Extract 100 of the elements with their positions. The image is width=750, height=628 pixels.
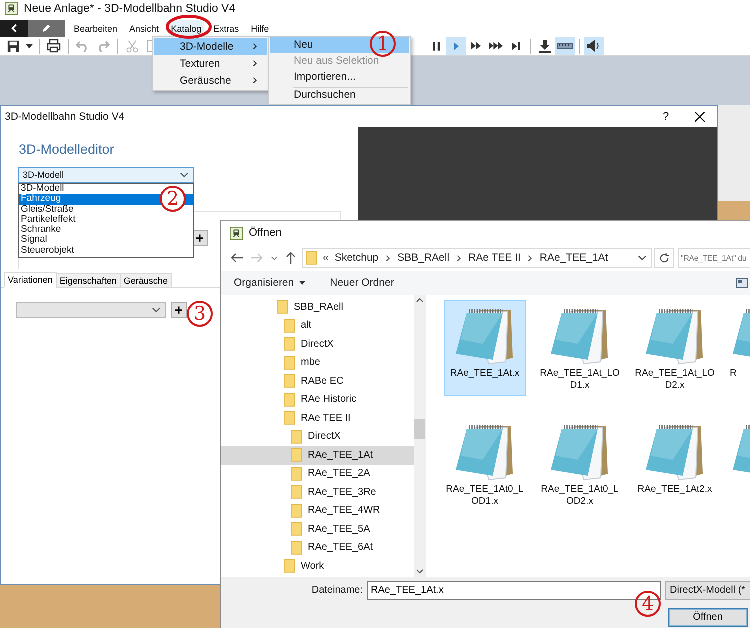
breadcrumb-link[interactable]: Sketchup — [334, 252, 379, 264]
scroll-up-icon[interactable] — [416, 298, 424, 303]
chevron-right-icon — [252, 43, 259, 50]
redo-arrow-icon — [96, 40, 110, 52]
menu-entry-label: 3D-Modelle — [180, 40, 235, 52]
organize-menu-button[interactable]: Organisieren — [227, 273, 314, 293]
back-button[interactable] — [0, 20, 28, 37]
folder-tree-item[interactable]: RAe_TEE_5A — [221, 520, 414, 538]
chevron-right-icon — [384, 254, 392, 262]
folder-tree-item[interactable]: RABe EC — [221, 372, 414, 390]
folder-icon — [291, 430, 302, 444]
folder-tree-item[interactable]: RAe Historic — [221, 390, 414, 409]
menu-entry[interactable]: Importieren... — [270, 69, 409, 85]
download-icon — [539, 40, 551, 52]
folder-icon — [291, 540, 302, 555]
file-name: RAe_TEE_1At_LOD1.x — [540, 368, 620, 392]
folder-tree-item[interactable]: RAe TEE II — [221, 409, 414, 428]
breadcrumb-link[interactable]: RAe TEE II — [468, 252, 521, 264]
folder-name: RAe_TEE_5A — [308, 524, 370, 535]
speaker-icon — [587, 40, 601, 52]
scroll-down-icon[interactable] — [416, 569, 424, 574]
folder-tree-item[interactable]: DirectX — [221, 428, 414, 446]
folder-tree-item[interactable]: RAe_TEE_4WR — [221, 502, 414, 520]
chevron-down-icon — [152, 307, 161, 313]
folder-name: RAe_TEE_1At — [308, 450, 374, 461]
folder-tree-item[interactable]: alt — [221, 316, 414, 335]
edit-mode-button[interactable] — [28, 20, 65, 37]
menu-item[interactable]: Bearbeiten — [72, 20, 120, 37]
file-item[interactable]: RAe_TEE_1At_LOD1.x — [539, 300, 621, 396]
breadcrumb-link[interactable]: RAe_TEE_1At — [540, 252, 608, 264]
folder-icon — [284, 392, 295, 407]
scroll-thumb[interactable] — [414, 419, 425, 439]
chevron-right-icon — [252, 77, 259, 84]
dropdown-option[interactable]: Steuerobjekt — [19, 246, 193, 256]
dropdown-option[interactable]: Schranke — [19, 225, 193, 236]
address-bar[interactable]: « Sketchup SBB_RAell RAe TEE II RAe_TEE_1At — [302, 248, 652, 268]
folder-icon — [284, 337, 295, 352]
folder-tree-item[interactable]: RAe_TEE_1At — [221, 446, 414, 464]
window-title: Öffnen — [249, 227, 282, 239]
chevron-right-icon — [456, 254, 463, 262]
folder-name: Work — [301, 560, 324, 572]
sound-button[interactable] — [584, 37, 604, 55]
chevron-down-icon[interactable] — [638, 255, 647, 261]
folder-tree-item[interactable]: RAe_TEE_6At — [221, 538, 414, 557]
file-item[interactable]: RAe_TEE_1At.x — [444, 300, 526, 396]
up-arrow-icon — [286, 252, 296, 264]
file-item[interactable]: RAe_TEE_1At_LOD2.x — [634, 300, 716, 396]
tab[interactable]: Eigenschaften — [56, 273, 121, 288]
type-dropdown[interactable]: 3D-Modell — [18, 167, 194, 183]
file-item[interactable]: RAe_TEE_1At0_LOD1.x — [444, 416, 526, 512]
ruler-button[interactable] — [555, 37, 575, 55]
editor-heading: 3D-Modelleditor — [19, 142, 116, 157]
overflow-chevrons[interactable]: « — [323, 252, 329, 264]
menu-entry[interactable]: Texturen — [154, 55, 267, 72]
menu-entry[interactable]: Geräusche — [154, 72, 267, 89]
file-item[interactable]: RAe_TEE_1At2.x — [634, 416, 716, 512]
folder-icon — [284, 559, 295, 574]
folder-name: RAe_TEE_3Re — [308, 486, 376, 498]
folder-tree-item[interactable]: SBB_RAell — [221, 298, 414, 316]
filename-label: Dateiname: — [310, 584, 364, 596]
menu-entry[interactable]: Durchsuchen — [270, 89, 409, 104]
folder-tree-item[interactable]: Work — [221, 557, 414, 576]
folder-tree-item[interactable]: RAe_TEE_3Re — [221, 483, 414, 502]
folder-name: mbe — [301, 357, 320, 368]
breadcrumb-link[interactable]: SBB_RAell — [398, 252, 450, 264]
folder-icon — [291, 448, 302, 462]
menu-entry[interactable]: 3D-Modelle — [154, 38, 267, 55]
folder-name: DirectX — [301, 338, 334, 350]
file-item[interactable]: RAe_TEE_1At0_LOD2.x — [539, 416, 621, 512]
folder-tree-item[interactable]: RAe_TEE_2A — [221, 464, 414, 483]
file-type-dropdown[interactable]: DirectX-Modell (* — [665, 580, 750, 600]
file-item[interactable]: R — [729, 300, 750, 396]
dropdown-option[interactable]: Signal — [19, 235, 193, 246]
open-button[interactable]: Öffnen — [668, 608, 748, 627]
tab[interactable]: Geräusche — [120, 273, 172, 288]
chevron-down-icon — [270, 256, 278, 260]
step-number-marker: 3 — [187, 301, 213, 327]
refresh-icon — [658, 252, 670, 264]
dropdown-option[interactable]: Partikeleffekt — [19, 214, 193, 226]
add-button[interactable]: + — [171, 302, 187, 318]
folder-tree-item[interactable]: mbe — [221, 354, 414, 372]
menu-item[interactable]: Ansicht — [128, 20, 162, 37]
caret-icon — [26, 44, 32, 48]
play-icon — [454, 42, 458, 50]
folder-tree-item[interactable]: DirectX — [221, 335, 414, 354]
new-folder-button[interactable]: Neuer Ordner — [323, 273, 402, 293]
menu-item[interactable]: Hilfe — [249, 20, 272, 37]
train-logo-icon — [230, 226, 243, 240]
folder-name: RAe_TEE_4WR — [308, 505, 380, 516]
help-button[interactable]: ? — [649, 106, 683, 127]
menu-item[interactable]: Extras — [212, 20, 242, 37]
scrollbar[interactable] — [414, 295, 425, 577]
tab[interactable]: Variationen — [4, 272, 57, 288]
folder-name: DirectX — [308, 431, 341, 442]
folder-icon — [291, 504, 302, 518]
search-field[interactable]: "RAe_TEE_1At" du — [678, 248, 750, 268]
undo-arrow-icon — [76, 40, 90, 52]
folder-icon — [306, 251, 317, 265]
pencil-icon — [42, 24, 51, 33]
refresh-button[interactable] — [654, 248, 674, 268]
